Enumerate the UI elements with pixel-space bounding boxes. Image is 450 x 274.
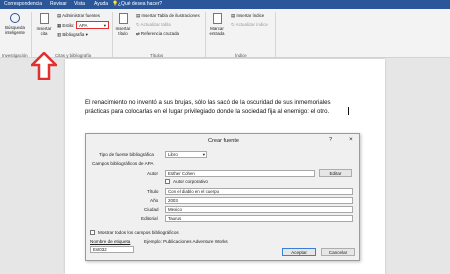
index-icon: ▤ <box>231 13 236 18</box>
divider <box>112 12 113 58</box>
show-all-fields-checkbox[interactable] <box>90 230 95 235</box>
menu-bar: Correspondencia Revisar Vista Ayuda 💡 ¿Q… <box>0 0 450 9</box>
chevron-down-icon: ▾ <box>202 152 205 157</box>
create-source-dialog: Crear fuente ? × Tipo de fuente bibliogr… <box>85 133 360 261</box>
search-icon <box>10 13 20 23</box>
year-field[interactable]: 2003 <box>165 197 353 204</box>
dialog-title: Crear fuente <box>207 138 240 144</box>
smart-lookup-button[interactable]: Búsqueda inteligente <box>2 13 28 35</box>
group-label-index: Índice <box>235 53 247 58</box>
city-label: Ciudad <box>144 207 159 212</box>
group-label-captions: Títulos <box>150 53 164 58</box>
ok-button[interactable]: Aceptar <box>282 248 316 256</box>
tag-name-label: Nombre de etiqueta <box>90 239 131 244</box>
style-label: ▦ Estilo: <box>57 23 75 28</box>
link-icon: ⇄ <box>136 31 140 36</box>
tell-me-search[interactable]: ¿Qué desea hacer? <box>118 1 162 7</box>
example-text: Ejemplo: Publicaciones Adventure Works <box>144 239 228 244</box>
table-icon: ▤ <box>136 13 141 18</box>
cross-reference-button[interactable]: ⇄ Referencia cruzada <box>136 31 179 37</box>
corporate-author-checkbox[interactable] <box>165 179 170 184</box>
show-all-fields-label: Mostrar todos los campos bibliográficos <box>98 230 179 235</box>
divider <box>205 12 206 58</box>
source-type-label: Tipo de fuente bibliográfica <box>99 152 154 157</box>
title-label: Título <box>147 189 159 194</box>
manage-sources-button[interactable]: ▤ Administrar fuentes <box>57 13 100 19</box>
divider <box>275 12 276 58</box>
tab-revisar[interactable]: Revisar <box>50 1 67 7</box>
source-type-select[interactable]: Libro ▾ <box>165 151 207 158</box>
cancel-button[interactable]: Cancelar <box>321 248 355 256</box>
title-field[interactable]: Con el diablo en el cuerpo <box>165 188 353 195</box>
close-icon[interactable]: × <box>349 136 353 143</box>
style-dropdown[interactable]: APA ▾ <box>76 21 109 29</box>
author-field[interactable]: Esther Cohen <box>165 170 315 177</box>
publisher-label: Editorial <box>141 216 158 221</box>
update-table-button[interactable]: ↻ Actualizar tabla <box>136 22 171 28</box>
bibliography-button[interactable]: ▥ Bibliografía ▾ <box>57 32 88 38</box>
caption-icon <box>118 13 128 24</box>
tag-name-field[interactable]: Est032 <box>90 246 134 253</box>
style-icon: ▦ <box>57 23 62 28</box>
text-cursor <box>348 107 349 115</box>
mark-entry-button[interactable]: Marcar entrada <box>207 13 227 36</box>
city-field[interactable]: Mexico <box>165 206 353 213</box>
sources-icon: ▤ <box>57 13 62 18</box>
tab-correspondencia[interactable]: Correspondencia <box>4 1 42 7</box>
publisher-field[interactable]: Taurus <box>165 215 353 222</box>
corporate-author-label: Autor corporativo <box>173 179 208 184</box>
author-label: Autor <box>147 171 158 176</box>
document-paragraph-line: prácticas para colocarlas en el lugar pr… <box>85 108 330 115</box>
refresh-icon: ↻ <box>231 22 235 27</box>
chevron-down-icon: ▾ <box>103 23 106 28</box>
group-label-research: Investigación <box>2 53 28 58</box>
update-index-button[interactable]: ↻ Actualizar índice <box>231 22 268 28</box>
insert-citation-button[interactable]: Insertar cita <box>35 13 53 36</box>
group-label-citations: Citas y bibliografía <box>55 53 92 58</box>
document-paragraph-line: El renacimiento no inventó a sus brujas,… <box>85 99 331 106</box>
year-label: Año <box>150 198 159 203</box>
edit-author-button[interactable]: Editar <box>319 169 352 177</box>
arrow-annotation-icon <box>31 52 57 80</box>
fields-heading: Campos bibliográficos de APA <box>92 161 154 166</box>
insert-index-button[interactable]: ▤ Insertar índice <box>231 13 264 19</box>
help-icon[interactable]: ? <box>329 137 332 143</box>
refresh-icon: ↻ <box>136 22 140 27</box>
insert-table-of-figures-button[interactable]: ▤ Insertar Tabla de ilustraciones <box>136 13 200 19</box>
insert-caption-button[interactable]: Insertar título <box>114 13 132 36</box>
bibliography-icon: ▥ <box>57 32 62 37</box>
mark-entry-icon <box>212 13 222 24</box>
tab-vista[interactable]: Vista <box>74 1 85 7</box>
tab-ayuda[interactable]: Ayuda <box>94 1 108 7</box>
ribbon: Búsqueda inteligente Investigación Inser… <box>0 9 450 58</box>
citation-icon <box>39 13 49 24</box>
